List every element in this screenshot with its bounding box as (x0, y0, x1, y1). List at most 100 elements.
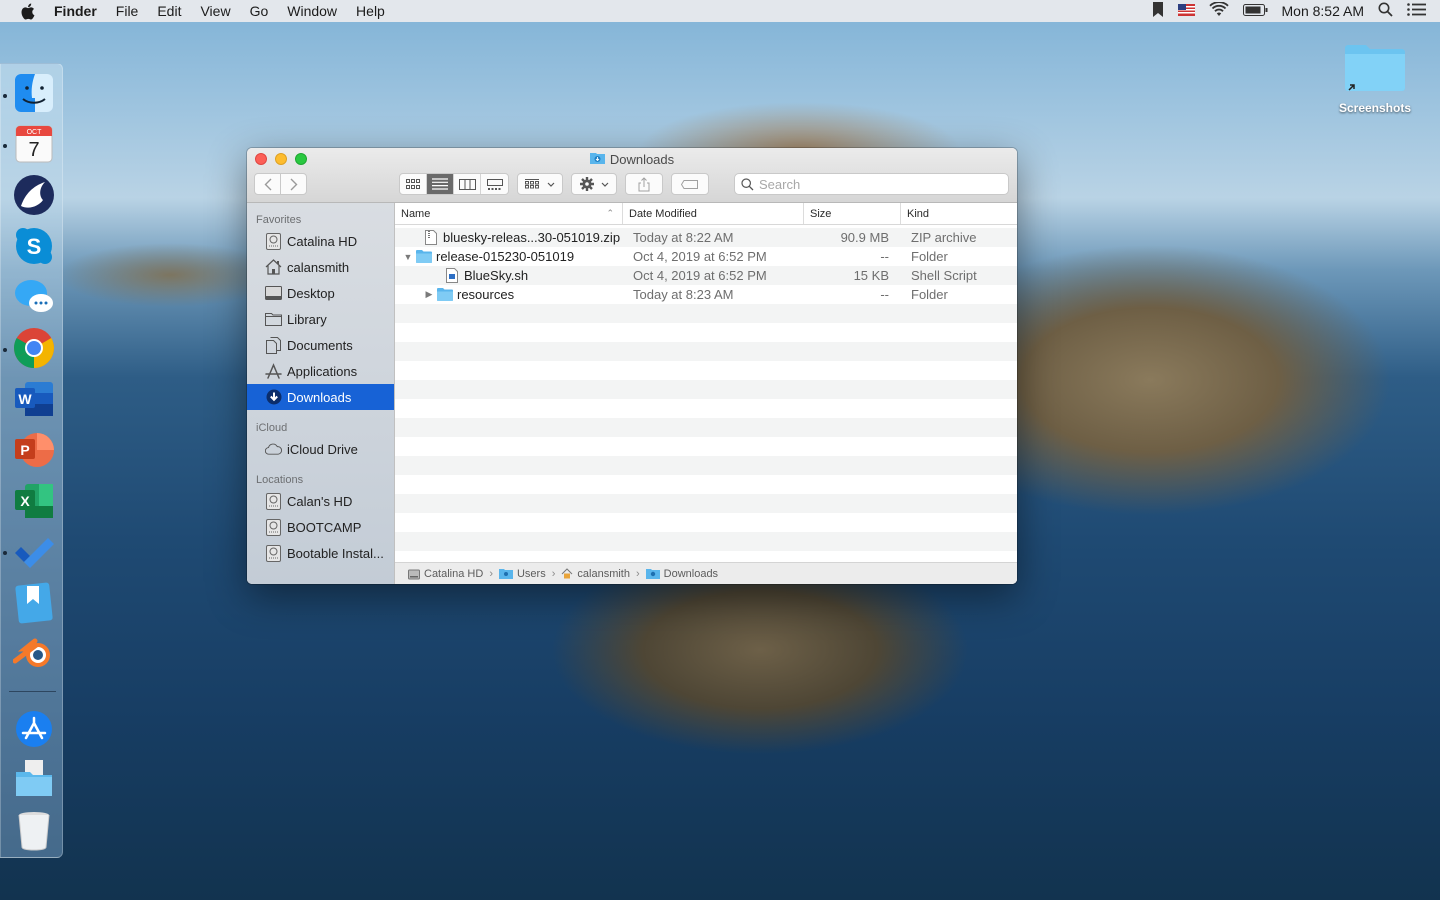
downloads-folder-icon (645, 569, 660, 579)
sidebar-item-documents[interactable]: Documents (247, 332, 394, 358)
column-date-modified[interactable]: Date Modified (623, 203, 804, 224)
home-icon (562, 568, 573, 579)
disclosure-collapsed-icon[interactable]: ▶ (423, 289, 435, 300)
file-row[interactable]: BlueSky.sh Oct 4, 2019 at 6:52 PM 15 KB … (395, 266, 1017, 285)
wifi-icon[interactable] (1208, 1, 1229, 20)
file-row[interactable]: ▶ resources Today at 8:23 AM -- Folder (395, 285, 1017, 304)
action-menu-button[interactable] (571, 173, 617, 195)
icon-view-button[interactable] (400, 174, 427, 194)
sidebar-item-label: Catalina HD (287, 233, 358, 249)
search-input[interactable] (759, 176, 989, 192)
sidebar-item-calansmith[interactable]: calansmith (247, 254, 394, 280)
folder-icon (437, 287, 453, 303)
sidebar-item-catalina-hd[interactable]: Catalina HD (247, 228, 394, 254)
svg-text:S: S (27, 234, 42, 259)
dock-todo-icon[interactable] (13, 531, 55, 573)
apple-menu-icon[interactable] (20, 3, 38, 19)
sidebar-item-icloud-drive[interactable]: iCloud Drive (247, 436, 394, 462)
folder-icon (265, 311, 282, 328)
sidebar-item-bootcamp[interactable]: BOOTCAMP (247, 514, 394, 540)
column-size[interactable]: Size (804, 203, 901, 224)
sidebar-item-library[interactable]: Library (247, 306, 394, 332)
path-crumb-catalina-hd[interactable]: Catalina HD (408, 568, 483, 580)
column-kind[interactable]: Kind (901, 203, 1017, 224)
menu-bar: Finder File Edit View Go Window Help Mon… (0, 0, 1440, 22)
dock-chrome-icon[interactable] (13, 327, 55, 369)
path-crumb-label: Users (516, 567, 546, 580)
window-title: Downloads (609, 152, 675, 167)
view-mode-control (399, 173, 509, 195)
sidebar-item-downloads[interactable]: Downloads (247, 384, 394, 410)
file-name: resources (457, 287, 515, 302)
window-titlebar[interactable]: Downloads (247, 148, 1017, 203)
menu-go[interactable]: Go (250, 3, 269, 19)
forward-button[interactable] (280, 173, 307, 195)
desktop-icon-label: Screenshots (1338, 101, 1412, 115)
sidebar-heading-icloud: iCloud (256, 422, 288, 434)
notification-center-icon[interactable] (1407, 3, 1426, 19)
path-crumb-label: Downloads (663, 567, 719, 580)
path-bar: Catalina HD › Users › calansmith › Downl… (395, 562, 1017, 584)
sidebar-item-label: Documents (287, 337, 353, 353)
menu-app-name[interactable]: Finder (54, 3, 97, 19)
file-row[interactable]: bluesky-releas...30-051019.zip Today at … (395, 228, 1017, 247)
dock-dayone-icon[interactable] (13, 582, 55, 624)
desktop-screenshots-folder[interactable]: Screenshots (1330, 40, 1420, 115)
dock-trash-icon[interactable] (13, 809, 55, 851)
icon-grid-icon (406, 179, 420, 189)
list-view-button[interactable] (427, 174, 454, 194)
path-separator-icon: › (551, 567, 556, 580)
applications-icon (265, 363, 282, 380)
tags-button[interactable] (671, 173, 709, 195)
sidebar-item-desktop[interactable]: Desktop (247, 280, 394, 306)
back-button[interactable] (254, 173, 281, 195)
sidebar-item-applications[interactable]: Applications (247, 358, 394, 384)
column-name[interactable]: Name ⌃ (395, 203, 623, 224)
menu-file[interactable]: File (116, 3, 139, 19)
dock-calendar-icon[interactable]: OCT 7 (13, 123, 55, 165)
disclosure-expanded-icon[interactable]: ▼ (402, 252, 414, 262)
dock-messages-icon[interactable] (13, 276, 55, 318)
svg-text:W: W (18, 391, 32, 407)
dock-blender-icon[interactable] (12, 633, 55, 675)
sidebar-item-label: Bootable Instal... (287, 545, 384, 561)
group-by-button[interactable] (517, 173, 563, 195)
share-icon (638, 176, 650, 191)
spotlight-search-icon[interactable] (1378, 2, 1393, 20)
dock-word-icon[interactable]: W (13, 378, 55, 420)
file-size: 15 KB (853, 268, 889, 283)
menu-window[interactable]: Window (287, 3, 337, 19)
menu-view[interactable]: View (200, 3, 230, 19)
menu-edit[interactable]: Edit (157, 3, 181, 19)
path-crumb-downloads[interactable]: Downloads (645, 567, 719, 580)
share-button[interactable] (625, 173, 663, 195)
running-indicator (3, 144, 7, 148)
sidebar-item-calans-hd[interactable]: Calan's HD (247, 488, 394, 514)
sidebar-item-bootable-installer[interactable]: Bootable Instal... (247, 540, 394, 566)
dock-finder-icon[interactable] (13, 72, 55, 114)
dock: OCT 7 S W P X (0, 63, 63, 858)
gallery-view-button[interactable] (481, 174, 508, 194)
battery-icon[interactable] (1242, 3, 1268, 19)
dock-mastonaut-icon[interactable] (13, 174, 55, 216)
column-view-button[interactable] (454, 174, 481, 194)
column-kind-label: Kind (907, 207, 930, 220)
search-field[interactable] (734, 173, 1009, 195)
path-crumb-label: calansmith (577, 567, 630, 580)
menu-clock[interactable]: Mon 8:52 AM (1282, 3, 1365, 19)
dock-skype-icon[interactable]: S (13, 225, 55, 267)
file-row[interactable]: ▼ release-015230-051019 Oct 4, 2019 at 6… (395, 247, 1017, 266)
documents-icon (265, 336, 282, 354)
dock-appstore-icon[interactable] (13, 707, 55, 749)
dock-powerpoint-icon[interactable]: P (13, 429, 55, 471)
dock-excel-icon[interactable]: X (13, 480, 55, 522)
path-crumb-calansmith[interactable]: calansmith (561, 568, 630, 580)
folder-icon (416, 249, 432, 265)
dock-downloads-stack-icon[interactable] (13, 758, 55, 800)
file-kind: ZIP archive (911, 230, 977, 245)
menu-help[interactable]: Help (356, 3, 385, 19)
bookmark-icon[interactable] (1152, 2, 1164, 20)
list-icon (432, 178, 448, 190)
us-flag-input-icon[interactable] (1177, 3, 1195, 19)
path-crumb-users[interactable]: Users (498, 567, 546, 580)
